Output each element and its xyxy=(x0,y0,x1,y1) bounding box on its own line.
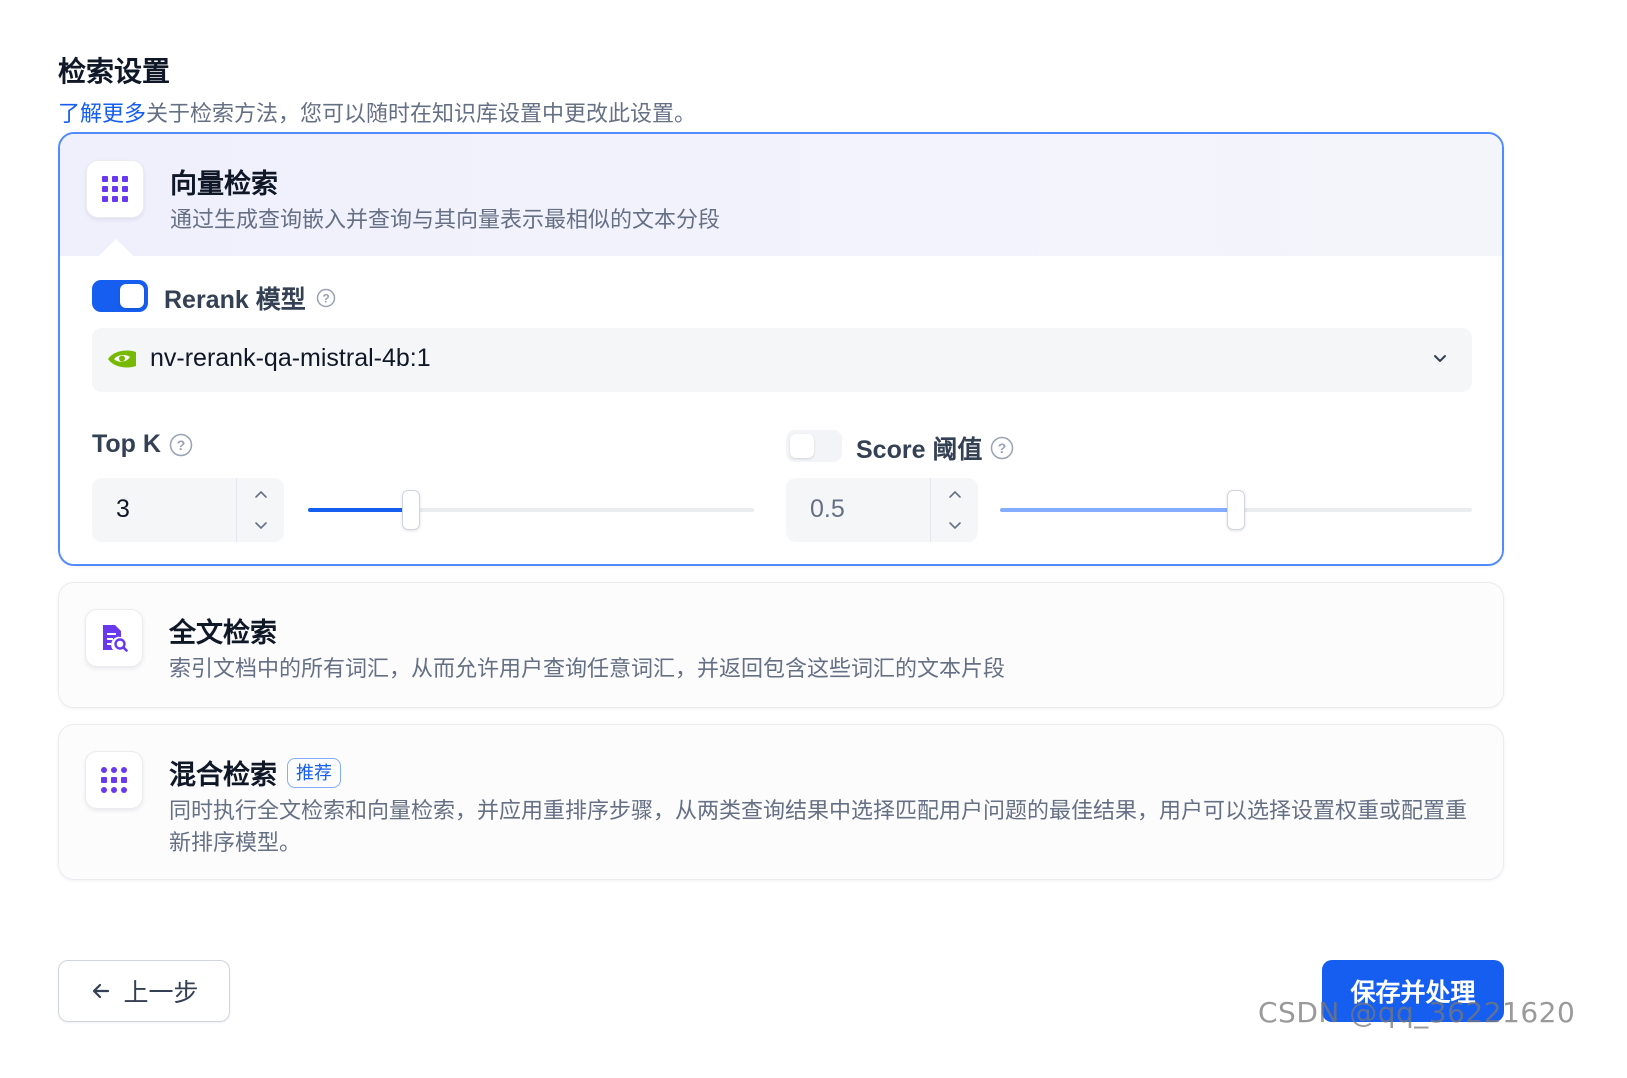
section-description-text: 关于检索方法，您可以随时在知识库设置中更改此设置。 xyxy=(146,101,697,126)
hybrid-search-title: 混合检索 xyxy=(169,760,277,790)
nvidia-icon xyxy=(106,346,138,377)
toggle-knob xyxy=(790,434,814,458)
back-button[interactable]: 上一步 xyxy=(58,960,230,1022)
score-threshold-label-group: Score 阈值 ? xyxy=(856,430,1014,466)
vector-search-option[interactable]: 向量检索 通过生成查询嵌入并查询与其向量表示最相似的文本分段 Rerank 模型… xyxy=(58,132,1504,566)
chevron-down-icon xyxy=(949,522,961,530)
learn-more-link[interactable]: 了解更多 xyxy=(58,101,146,126)
slider-thumb[interactable] xyxy=(1227,490,1245,530)
slider-fill xyxy=(308,508,411,512)
score-threshold-input[interactable]: 0.5 xyxy=(786,478,978,542)
rerank-toggle[interactable] xyxy=(92,280,148,312)
rerank-label: Rerank 模型 xyxy=(164,286,306,314)
svg-text:?: ? xyxy=(998,440,1007,456)
toggle-knob xyxy=(120,284,144,308)
top-k-label-group: Top K ? xyxy=(92,430,193,459)
top-k-input[interactable]: 3 xyxy=(92,478,284,542)
slider-fill xyxy=(1000,508,1236,512)
full-text-search-title: 全文检索 xyxy=(169,618,277,648)
back-button-label: 上一步 xyxy=(123,979,199,1007)
increment-button[interactable] xyxy=(931,478,979,510)
arrow-left-icon xyxy=(93,983,110,999)
svg-text:?: ? xyxy=(177,437,186,453)
vector-search-header[interactable]: 向量检索 通过生成查询嵌入并查询与其向量表示最相似的文本分段 xyxy=(60,134,1502,273)
chevron-down-icon xyxy=(1430,348,1450,373)
retrieval-settings-page: 检索设置 了解更多关于检索方法，您可以随时在知识库设置中更改此设置。 向量检索 … xyxy=(0,0,1627,1078)
chevron-down-icon xyxy=(255,522,267,530)
help-circle-icon[interactable]: ? xyxy=(314,286,338,310)
rerank-model-name: nv-rerank-qa-mistral-4b:1 xyxy=(150,344,431,372)
score-threshold-stepper xyxy=(930,478,978,542)
help-circle-icon[interactable]: ? xyxy=(990,436,1014,460)
slider-thumb[interactable] xyxy=(402,490,420,530)
score-threshold-value[interactable]: 0.5 xyxy=(810,495,845,524)
hybrid-search-title-group: 混合检索 推荐 xyxy=(169,753,341,792)
hybrid-search-option[interactable]: 混合检索 推荐 同时执行全文检索和向量检索，并应用重排序步骤，从两类查询结果中选… xyxy=(58,724,1504,880)
full-text-search-option[interactable]: 全文检索 索引文档中的所有词汇，从而允许用户查询任意词汇，并返回包含这些词汇的文… xyxy=(58,582,1504,708)
increment-button[interactable] xyxy=(237,478,285,510)
rerank-label-group: Rerank 模型 ? xyxy=(164,280,338,316)
recommended-badge: 推荐 xyxy=(287,757,341,788)
decrement-button[interactable] xyxy=(237,510,285,542)
vector-grid-icon xyxy=(86,160,144,218)
score-threshold-label: Score 阈值 xyxy=(856,436,983,464)
top-k-label: Top K xyxy=(92,430,161,458)
decrement-button[interactable] xyxy=(931,510,979,542)
section-title: 检索设置 xyxy=(58,56,171,87)
vector-search-title: 向量检索 xyxy=(170,169,278,199)
hybrid-search-description: 同时执行全文检索和向量检索，并应用重排序步骤，从两类查询结果中选择匹配用户问题的… xyxy=(169,798,1468,855)
top-k-slider[interactable] xyxy=(308,490,754,530)
score-threshold-slider[interactable] xyxy=(1000,490,1472,530)
section-description: 了解更多关于检索方法，您可以随时在知识库设置中更改此设置。 xyxy=(58,96,696,128)
top-k-stepper xyxy=(236,478,284,542)
watermark: CSDN @qq_36221620 xyxy=(1258,996,1576,1029)
document-search-icon xyxy=(85,609,143,667)
chevron-up-icon xyxy=(255,490,267,498)
vector-search-description: 通过生成查询嵌入并查询与其向量表示最相似的文本分段 xyxy=(170,207,721,232)
chevron-up-icon xyxy=(949,490,961,498)
help-circle-icon[interactable]: ? xyxy=(169,433,193,457)
hybrid-grid-icon xyxy=(85,751,143,809)
vector-search-settings: Rerank 模型 ? nv-rerank-qa-mistral-4b:1 To… xyxy=(60,256,1502,564)
rerank-model-select[interactable]: nv-rerank-qa-mistral-4b:1 xyxy=(92,328,1472,392)
top-k-value[interactable]: 3 xyxy=(116,495,130,524)
score-threshold-toggle[interactable] xyxy=(786,430,842,462)
svg-text:?: ? xyxy=(322,292,329,306)
full-text-search-description: 索引文档中的所有词汇，从而允许用户查询任意词汇，并返回包含这些词汇的文本片段 xyxy=(169,656,1006,681)
